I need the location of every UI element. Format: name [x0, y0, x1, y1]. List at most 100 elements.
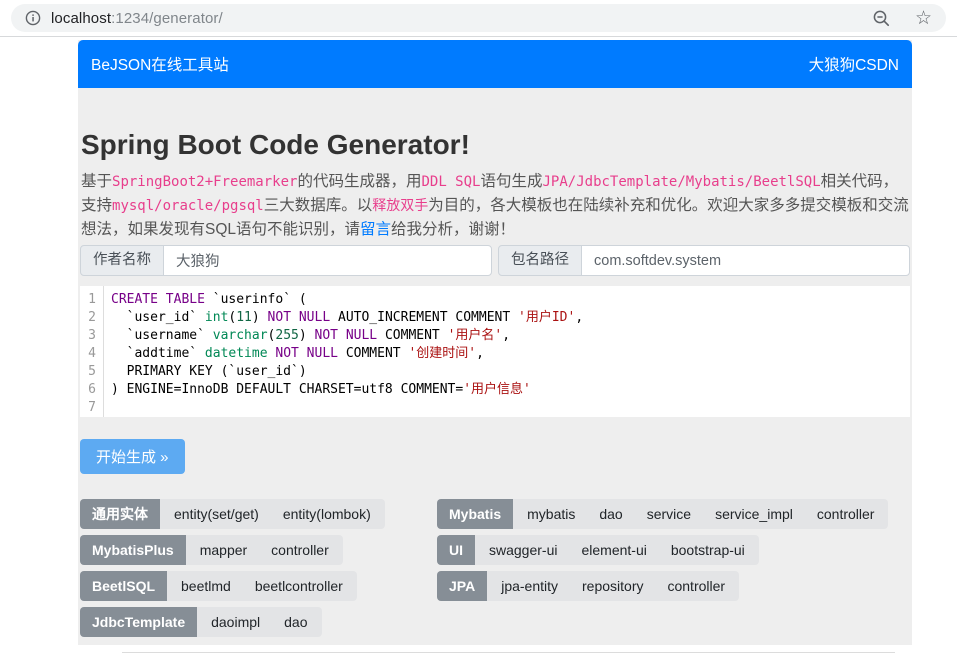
description-segment: 三大数据库。以: [264, 197, 373, 214]
code-token: ,: [502, 328, 510, 343]
description-segment: 给我分析，谢谢！: [391, 221, 515, 238]
template-item-link[interactable]: mapper: [200, 542, 247, 558]
package-input[interactable]: [581, 245, 910, 276]
button-row: 开始生成 »: [80, 439, 910, 474]
template-item-link[interactable]: bootstrap-ui: [671, 542, 745, 558]
template-group-badge: Mybatis: [437, 499, 513, 529]
address-bar[interactable]: localhost:1234/generator/ ☆: [11, 4, 946, 32]
template-item-link[interactable]: entity(set/get): [174, 506, 259, 522]
zoom-out-icon[interactable]: [872, 9, 891, 28]
template-item-link[interactable]: repository: [582, 578, 643, 594]
code-token: `userinfo` (: [205, 292, 307, 307]
description-segment: 语句生成: [480, 173, 542, 190]
code-token: COMMENT: [338, 346, 408, 361]
template-group-row: Mybatis mybatis dao service service_impl cont…: [437, 499, 888, 529]
template-groups: 通用实体 entity(set/get) entity(lombok) Mybatis…: [80, 499, 910, 643]
code-token: int: [205, 310, 228, 325]
navbar-csdn-link[interactable]: 大狼狗CSDN: [809, 53, 899, 75]
page-title: Spring Boot Code Generator!: [80, 88, 910, 162]
code-token: `user_id`: [111, 310, 205, 325]
code-token: PRIMARY KEY (`user_id`): [111, 364, 307, 379]
code-token: 255: [275, 328, 298, 343]
template-group-row: 通用实体 entity(set/get) entity(lombok): [80, 499, 385, 529]
template-item-link[interactable]: dao: [599, 506, 622, 522]
template-item-link[interactable]: controller: [271, 542, 329, 558]
package-input-group: 包名路径: [498, 245, 910, 276]
template-group-row: UIswagger-uielement-uibootstrap-ui: [437, 535, 759, 565]
template-item-link[interactable]: controller: [817, 506, 875, 522]
code-line: PRIMARY KEY (`user_id`): [111, 363, 910, 381]
template-group-badge: MybatisPlus: [80, 535, 186, 565]
template-group-badge: JPA: [437, 571, 487, 601]
main-container: BeJSON在线工具站 大狼狗CSDN Spring Boot Code Gen…: [78, 40, 912, 645]
code-token: AUTO_INCREMENT COMMENT: [330, 310, 518, 325]
template-item-link[interactable]: beetlmd: [181, 578, 231, 594]
code-token: varchar: [213, 328, 268, 343]
template-item-link[interactable]: jpa-entity: [501, 578, 558, 594]
template-group-row: JPA jpa-entity repository controller: [437, 571, 739, 601]
description-segment: 释放双手: [372, 198, 428, 214]
editor-gutter: 1234567: [80, 286, 104, 417]
template-group-badge: JdbcTemplate: [80, 607, 197, 637]
sql-editor[interactable]: 1234567 CREATE TABLE `userinfo` ( `user_…: [80, 286, 910, 417]
line-number: 1: [80, 291, 96, 309]
code-token: ,: [575, 310, 583, 325]
code-token: '用户ID': [518, 310, 575, 325]
author-input[interactable]: [163, 245, 492, 276]
code-token: ,: [476, 346, 484, 361]
info-icon[interactable]: [25, 10, 41, 26]
template-item-link[interactable]: mybatis: [527, 506, 575, 522]
editor-code: CREATE TABLE `userinfo` ( `user_id` int(…: [104, 286, 910, 417]
template-column-right: Mybatismybatisdaoserviceservice_implcont…: [437, 499, 910, 643]
site-navbar: BeJSON在线工具站 大狼狗CSDN: [78, 40, 912, 88]
code-token: '用户名': [448, 328, 503, 343]
url-path: :1234/generator/: [111, 10, 223, 27]
code-token: COMMENT: [377, 328, 447, 343]
code-line: CREATE TABLE `userinfo` (: [111, 291, 910, 309]
navbar-brand-link[interactable]: BeJSON在线工具站: [91, 53, 229, 75]
code-token: ): [252, 310, 268, 325]
template-item-list: mybatis dao service service_impl controller: [513, 499, 888, 529]
package-label: 包名路径: [498, 245, 582, 276]
browser-toolbar: localhost:1234/generator/ ☆: [0, 0, 957, 37]
template-item-link[interactable]: swagger-ui: [489, 542, 557, 558]
description-segment: JPA/JdbcTemplate/Mybatis/BeetlSQL: [543, 174, 821, 190]
description: 基于SpringBoot2+Freemarker的代码生成器，用DDL SQL语…: [81, 170, 909, 241]
template-item-link[interactable]: service: [647, 506, 691, 522]
template-item-list: beetlmd beetlcontroller: [167, 571, 357, 601]
template-item-link[interactable]: element-ui: [581, 542, 646, 558]
line-number: 4: [80, 345, 96, 363]
code-token: `addtime`: [111, 346, 205, 361]
line-number: 5: [80, 363, 96, 381]
line-number: 7: [80, 399, 96, 417]
settings-row: 作者名称 包名路径: [80, 245, 910, 276]
code-token: datetime: [205, 346, 268, 361]
code-token: '创建时间': [408, 346, 476, 361]
content-area: Spring Boot Code Generator! 基于SpringBoot…: [78, 88, 912, 653]
template-item-list: entity(set/get) entity(lombok): [160, 499, 385, 529]
generate-button[interactable]: 开始生成 »: [80, 439, 185, 474]
template-item-link[interactable]: daoimpl: [211, 614, 260, 630]
bookmark-star-icon[interactable]: ☆: [915, 9, 932, 28]
template-item-link[interactable]: dao: [284, 614, 307, 630]
author-label: 作者名称: [80, 245, 164, 276]
template-item-link[interactable]: service_impl: [715, 506, 793, 522]
line-number: 3: [80, 327, 96, 345]
code-line: [111, 399, 910, 417]
line-number: 2: [80, 309, 96, 327]
template-item-link[interactable]: entity(lombok): [283, 506, 371, 522]
description-segment: SpringBoot2+Freemarker: [112, 174, 297, 190]
line-number: 6: [80, 381, 96, 399]
template-item-link[interactable]: beetlcontroller: [255, 578, 343, 594]
feedback-link[interactable]: 留言: [360, 221, 391, 238]
code-token: ) ENGINE=InnoDB DEFAULT CHARSET=utf8 COM…: [111, 382, 463, 397]
description-segment: 的代码生成器，用: [297, 173, 421, 190]
code-token: '用户信息': [463, 382, 531, 397]
url-text[interactable]: localhost:1234/generator/: [51, 10, 862, 27]
template-group-row: BeetlSQLbeetlmdbeetlcontroller: [80, 571, 357, 601]
description-segment: mysql/oracle/pgsql: [112, 198, 264, 214]
template-group-badge: 通用实体: [80, 499, 160, 529]
template-item-list: daoimpl dao: [197, 607, 321, 637]
code-token: CREATE TABLE: [111, 292, 205, 307]
template-item-link[interactable]: controller: [667, 578, 725, 594]
